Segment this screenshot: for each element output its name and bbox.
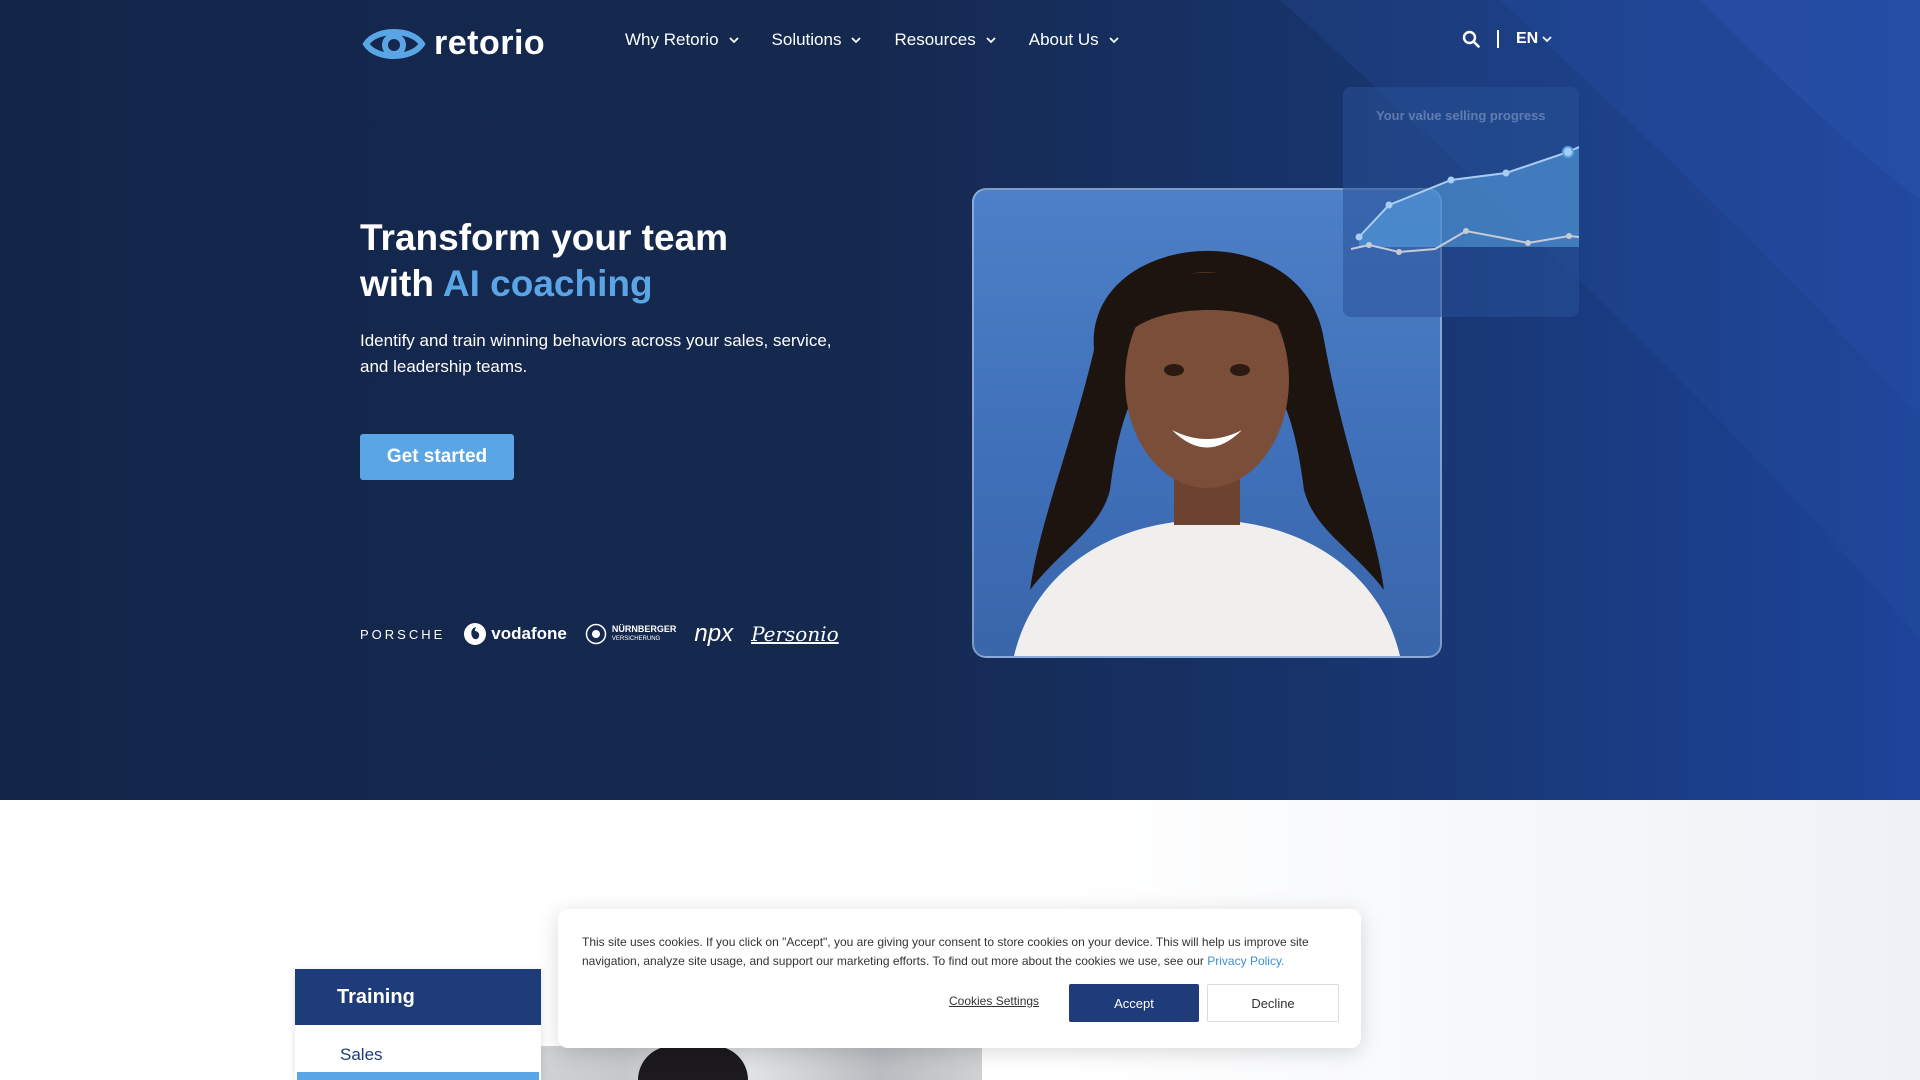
nav-item-resources[interactable]: Resources <box>894 30 996 50</box>
chart-point <box>1463 228 1469 234</box>
cookies-settings-link[interactable]: Cookies Settings <box>949 994 1039 1008</box>
nurnberger-text: NÜRNBERGER VERSICHERUNG <box>612 624 677 644</box>
npx-logo: npx <box>694 620 734 647</box>
nurnberger-emblem-icon <box>585 623 607 645</box>
chart-point <box>1385 201 1393 209</box>
decline-cookies-button[interactable]: Decline <box>1207 984 1339 1022</box>
progress-chart <box>1350 146 1579 255</box>
nav-item-label: Resources <box>894 30 976 49</box>
main-menu: Why Retorio Solutions Resources About Us <box>625 30 1152 50</box>
nav-utilities: EN <box>1462 30 1552 48</box>
accept-cookies-button[interactable]: Accept <box>1069 984 1199 1022</box>
personio-logo: Personio <box>751 622 839 646</box>
headline-accent: AI coaching <box>442 263 653 304</box>
cookie-text: This site uses cookies. If you click on … <box>582 935 1309 968</box>
chevron-down-icon <box>1542 35 1552 42</box>
nav-item-solutions[interactable]: Solutions <box>772 30 862 50</box>
headline-with: with <box>360 263 443 304</box>
nav-item-label: About Us <box>1028 30 1099 49</box>
hero-headline: Transform your team with AI coaching <box>360 215 728 307</box>
chart-point <box>1502 169 1510 177</box>
chart-point <box>1447 176 1455 184</box>
brand-name: retorio <box>434 23 546 62</box>
nav-item-label: Solutions <box>771 30 842 49</box>
nav-divider <box>1497 30 1499 48</box>
cookie-message: This site uses cookies. If you click on … <box>582 933 1342 971</box>
training-item-sales[interactable]: Sales <box>295 1025 541 1065</box>
training-title: Training <box>295 969 541 1025</box>
top-navigation: retorio Why Retorio Solutions Resources … <box>0 0 1920 84</box>
nurnberger-subline: VERSICHERUNG <box>611 636 661 642</box>
chevron-down-icon <box>851 36 862 43</box>
nurnberger-logo: NÜRNBERGER VERSICHERUNG <box>585 623 677 645</box>
training-active-indicator <box>297 1072 539 1080</box>
chart-point <box>1396 249 1402 255</box>
hero-subtext: Identify and train winning behaviors acr… <box>360 331 832 376</box>
training-card: Training Sales <box>295 969 541 1080</box>
progress-chart-card: Your value selling progress <box>1343 87 1579 317</box>
hero-section: retorio Why Retorio Solutions Resources … <box>0 0 1920 800</box>
chart-point <box>1525 240 1531 246</box>
chart-point <box>1566 233 1572 239</box>
vodafone-logo: vodafone <box>463 622 567 646</box>
photo-person-head <box>638 1046 748 1080</box>
team-photo <box>470 1046 982 1080</box>
porsche-logo: PORSCHE <box>360 626 446 642</box>
privacy-policy-link[interactable]: Privacy Policy. <box>1207 954 1284 968</box>
get-started-button[interactable]: Get started <box>360 434 514 480</box>
vodafone-wordmark: vodafone <box>491 624 567 643</box>
chevron-down-icon <box>986 36 996 43</box>
chart-point <box>1355 233 1363 241</box>
language-selector[interactable]: EN <box>1516 30 1552 48</box>
language-label: EN <box>1516 30 1539 47</box>
chart-point <box>1562 146 1574 158</box>
hero-background-arcs <box>1280 0 1920 640</box>
chart-point <box>1366 242 1372 248</box>
chevron-down-icon <box>1109 36 1119 43</box>
chevron-down-icon <box>728 36 739 43</box>
client-logos: PORSCHE vodafone NÜRNBERGER VERSICHERUNG… <box>360 620 857 648</box>
vodafone-mark-icon <box>464 623 487 645</box>
nurnberger-name: NÜRNBERGER <box>611 624 677 634</box>
headline-line-1: Transform your team <box>360 217 729 258</box>
search-icon[interactable] <box>1462 30 1480 48</box>
nav-item-about-us[interactable]: About Us <box>1029 30 1119 50</box>
brand-logo[interactable]: retorio <box>362 22 545 64</box>
eye-logo-icon <box>362 29 426 59</box>
nav-item-label: Why Retorio <box>625 30 719 49</box>
cookie-banner: This site uses cookies. If you click on … <box>558 909 1361 1048</box>
nav-item-why-retorio[interactable]: Why Retorio <box>625 30 739 50</box>
